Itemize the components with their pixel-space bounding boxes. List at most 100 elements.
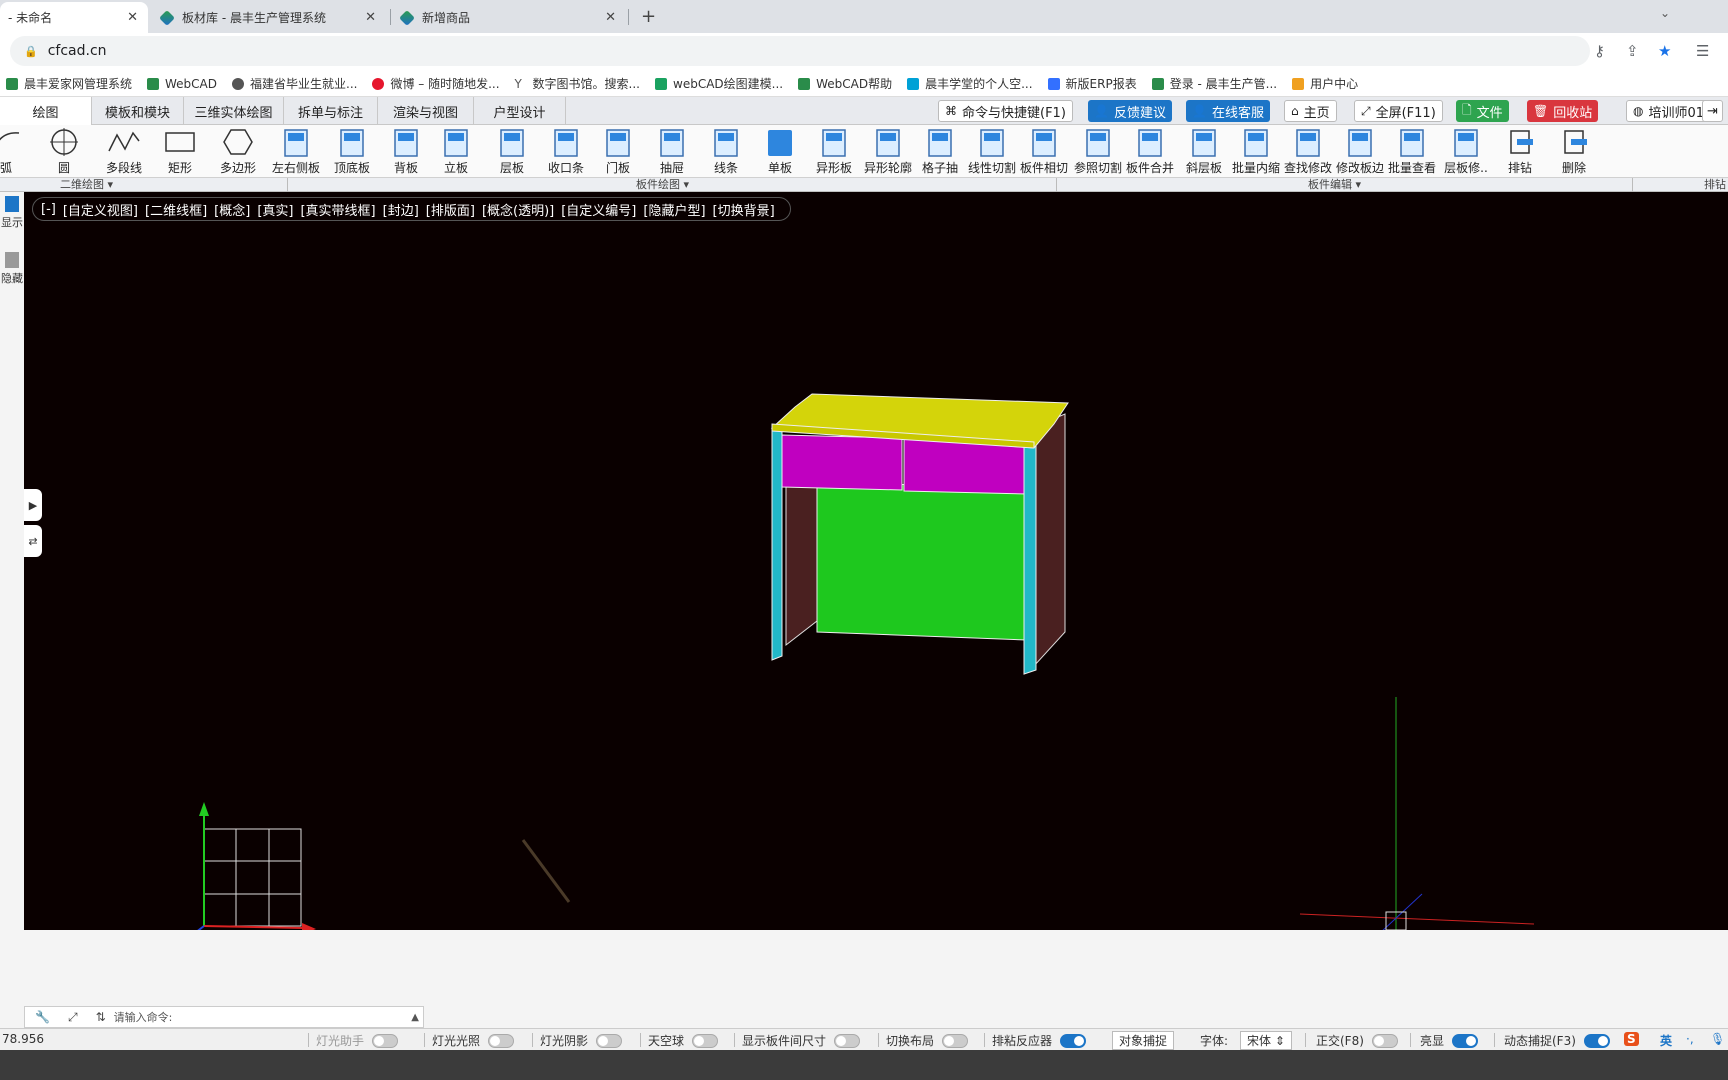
tool-shaped-profile[interactable]: 异形轮廓 xyxy=(862,127,914,177)
bookmark[interactable]: WebCAD帮助 xyxy=(798,75,892,92)
close-icon[interactable]: ✕ xyxy=(127,10,138,25)
command-shortcut-button[interactable]: ⌘ 命令与快捷键(F1) xyxy=(938,100,1073,122)
tool-single-board[interactable]: 单板 xyxy=(754,127,806,177)
tool-modify-edge[interactable]: 修改板边 xyxy=(1334,127,1386,177)
logout-button[interactable]: ⇥ xyxy=(1702,100,1723,122)
highlight-toggle[interactable]: 亮显 xyxy=(1420,1032,1479,1049)
punctuation-icon[interactable]: ·, xyxy=(1686,1032,1694,1046)
toggle-switch[interactable] xyxy=(834,1033,861,1048)
url-field[interactable]: 🔒 cfcad.cn xyxy=(10,36,1590,66)
group-2d-draw[interactable]: 二维绘图 ▾ xyxy=(60,178,113,192)
tool-back-panel[interactable]: 背板 xyxy=(380,127,432,177)
tool-delete[interactable]: 删除 xyxy=(1548,127,1600,177)
show-toggle[interactable]: 显示 xyxy=(0,196,24,230)
tool-door-panel[interactable]: 门板 xyxy=(592,127,644,177)
group-board-edit[interactable]: 板件编辑 ▾ xyxy=(1308,178,1361,192)
toggle-switch[interactable] xyxy=(692,1033,719,1048)
bookmark[interactable]: 微博 – 随时随地发... xyxy=(372,75,500,92)
dynamic-snap-toggle[interactable]: 动态捕捉(F3) xyxy=(1504,1032,1610,1049)
status-toggle[interactable]: 灯光光照 xyxy=(432,1032,515,1049)
browser-tab-1[interactable]: - 未命名 ✕ xyxy=(0,2,148,33)
recycle-bin-button[interactable]: 🗑 回收站 xyxy=(1527,100,1599,122)
status-toggle[interactable]: 灯光阴影 xyxy=(540,1032,623,1049)
browser-tab-3[interactable]: 新增商品 ✕ xyxy=(392,2,626,33)
new-tab-button[interactable]: + xyxy=(641,6,656,27)
chevron-up-icon[interactable]: ▲ xyxy=(411,1012,419,1023)
tool-shaped-board[interactable]: 异形板 xyxy=(808,127,860,177)
wrench-icon[interactable]: 🔧 xyxy=(35,1010,50,1024)
tool-polyline[interactable]: 多段线 xyxy=(98,127,150,177)
bookmark[interactable]: 用户中心 xyxy=(1292,75,1358,92)
bookmark[interactable]: 登录 - 晨丰生产管... xyxy=(1151,75,1277,92)
user-account-button[interactable]: ◍ 培训师01 xyxy=(1626,100,1712,122)
tab-templates[interactable]: 模板和模块 xyxy=(92,97,184,125)
tool-arc[interactable]: 弧 xyxy=(0,127,32,177)
tool-reference-cut[interactable]: 参照切割 xyxy=(1072,127,1124,177)
tool-line[interactable]: 线条 xyxy=(700,127,752,177)
sort-icon[interactable]: ⇅ xyxy=(96,1010,106,1024)
tool-edge-strip[interactable]: 收口条 xyxy=(540,127,592,177)
home-button[interactable]: ⌂ 主页 xyxy=(1284,100,1337,122)
toggle-switch[interactable] xyxy=(942,1033,969,1048)
toggle-switch[interactable] xyxy=(1452,1033,1479,1048)
group-drill[interactable]: 排钻 xyxy=(1704,178,1726,192)
tool-top-bottom-panel[interactable]: 顶底板 xyxy=(326,127,378,177)
status-toggle[interactable]: 切换布局 xyxy=(886,1032,969,1049)
feedback-button[interactable]: 👤 反馈建议 xyxy=(1088,100,1172,122)
tab-draw[interactable]: 绘图 xyxy=(0,97,92,125)
tool-board-merge[interactable]: 板件合并 xyxy=(1124,127,1176,177)
hide-toggle[interactable]: 隐藏 xyxy=(0,252,24,286)
toggle-switch[interactable] xyxy=(596,1033,623,1048)
font-select[interactable]: 宋体 ⇕ xyxy=(1240,1031,1292,1050)
tool-rectangle[interactable]: 矩形 xyxy=(154,127,206,177)
toggle-switch[interactable] xyxy=(488,1033,515,1048)
bookmark[interactable]: WebCAD xyxy=(147,77,217,91)
toggle-switch[interactable] xyxy=(372,1033,399,1048)
reading-list-icon[interactable]: ☰ xyxy=(1696,42,1709,60)
command-line[interactable]: 🔧 ⤢ ⇅ 请输入命令: ▲ xyxy=(24,1006,424,1028)
command-input[interactable]: 请输入命令: xyxy=(114,1009,173,1025)
bookmark[interactable]: Y 数字图书馆。搜索... xyxy=(515,75,640,92)
toggle-switch[interactable] xyxy=(1060,1033,1087,1048)
tab-search-chevron-icon[interactable]: ⌄ xyxy=(1660,6,1670,20)
object-snap-button[interactable]: 对象捕捉 xyxy=(1112,1031,1175,1050)
online-service-button[interactable]: 👤 在线客服 xyxy=(1186,100,1270,122)
bookmark[interactable]: 晨丰学堂的个人空... xyxy=(907,75,1033,92)
bookmark[interactable]: 新版ERP报表 xyxy=(1047,75,1137,92)
close-icon[interactable]: ✕ xyxy=(365,10,376,25)
star-icon[interactable]: ★ xyxy=(1658,42,1671,60)
tool-drawer[interactable]: 抽屉 xyxy=(646,127,698,177)
key-icon[interactable]: ⚷ xyxy=(1594,42,1605,60)
bookmark[interactable]: webCAD绘图建模... xyxy=(655,75,783,92)
tool-vertical-panel[interactable]: 立板 xyxy=(430,127,482,177)
toggle-switch[interactable] xyxy=(1583,1033,1610,1048)
tab-render-view[interactable]: 渲染与视图 xyxy=(378,97,474,125)
browser-tab-2[interactable]: 板材库 - 晨丰生产管理系统 ✕ xyxy=(152,2,386,33)
tool-find-modify[interactable]: 查找修改 xyxy=(1282,127,1334,177)
tab-floorplan[interactable]: 户型设计 xyxy=(474,97,566,125)
ortho-toggle[interactable]: 正交(F8) xyxy=(1316,1032,1398,1049)
status-toggle[interactable]: 显示板件间尺寸 xyxy=(742,1032,861,1049)
ime-mode[interactable]: 英 xyxy=(1660,1032,1672,1049)
tool-polygon[interactable]: 多边形 xyxy=(212,127,264,177)
status-toggle[interactable]: 灯光助手 xyxy=(316,1032,399,1049)
bookmark[interactable]: 福建省毕业生就业... xyxy=(232,75,357,92)
fullscreen-button[interactable]: ⤢ 全屏(F11) xyxy=(1354,100,1443,122)
tool-batch-shrink[interactable]: 批量内缩 xyxy=(1230,127,1282,177)
mic-icon[interactable]: 🎙 xyxy=(1710,1032,1725,1046)
bookmark[interactable]: 晨丰爱家网管理系统 xyxy=(6,75,132,92)
tool-circle[interactable]: 圆 xyxy=(38,127,90,177)
desk-model[interactable] xyxy=(770,393,1069,675)
tool-side-panel[interactable]: 左右侧板 xyxy=(270,127,322,177)
toggle-switch[interactable] xyxy=(1371,1033,1398,1048)
status-toggle[interactable]: 排粘反应器 xyxy=(992,1032,1087,1049)
tool-slanted-shelf[interactable]: 斜层板 xyxy=(1178,127,1230,177)
group-board-draw[interactable]: 板件绘图 ▾ xyxy=(636,178,689,192)
file-button[interactable]: 🗋 文件 xyxy=(1456,100,1509,122)
expand-icon[interactable]: ⤢ xyxy=(68,1010,78,1025)
tool-board-tangent[interactable]: 板件相切 xyxy=(1018,127,1070,177)
tool-shelf[interactable]: 层板 xyxy=(486,127,538,177)
tool-shelf-modify[interactable]: 层板修.. xyxy=(1440,127,1492,177)
tool-grid-drawer[interactable]: 格子抽 xyxy=(914,127,966,177)
tab-3d-solid[interactable]: 三维实体绘图 xyxy=(184,97,284,125)
